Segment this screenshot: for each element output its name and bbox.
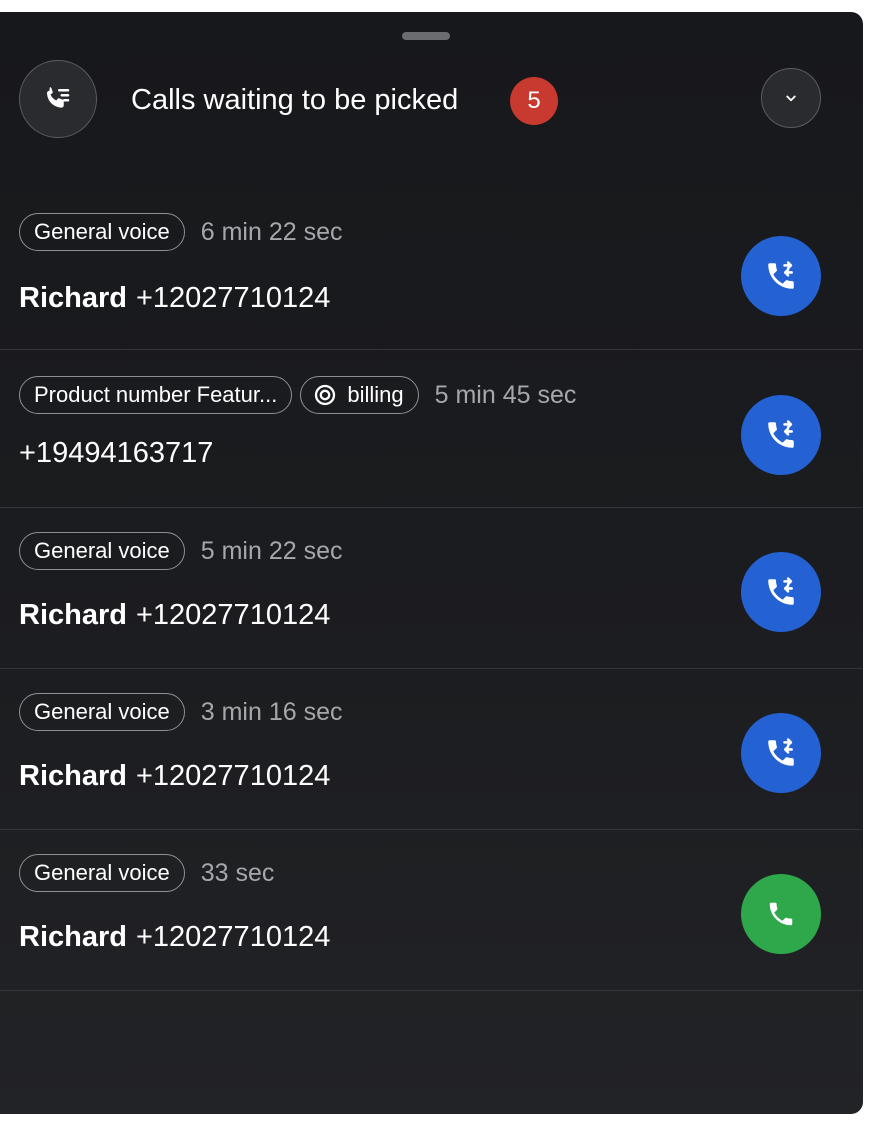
call-meta: General voice 5 min 22 sec [19, 532, 343, 570]
wait-duration: 5 min 22 sec [200, 536, 343, 565]
caller-info: +19494163717 [19, 433, 213, 473]
line-tag: General voice [19, 693, 185, 731]
wait-duration: 5 min 45 sec [434, 380, 577, 409]
topic-tag: billing [300, 376, 419, 414]
line-tag: General voice [19, 854, 185, 892]
call-row: General voice 6 min 22 sec Richard +12027… [0, 190, 863, 350]
panel-header: Calls waiting to be picked 5 [0, 12, 863, 182]
chevron-down-icon [786, 95, 796, 102]
waiting-calls-list: General voice 6 min 22 sec Richard +12027… [0, 190, 863, 991]
phone-transfer-icon [768, 738, 794, 766]
call-queue-button[interactable] [19, 60, 97, 138]
call-row: General voice 5 min 22 sec Richard +12027… [0, 508, 863, 669]
caller-number: +12027710124 [135, 760, 331, 792]
pick-call-button[interactable] [741, 552, 821, 632]
line-tag: General voice [19, 532, 185, 570]
caller-name: Richard [19, 599, 127, 631]
pick-call-button[interactable] [741, 236, 821, 316]
phone-transfer-icon [768, 420, 794, 448]
collapse-button[interactable] [761, 68, 821, 128]
call-meta: General voice 33 sec [19, 854, 274, 892]
caller-info: Richard +12027710124 [19, 756, 330, 796]
phone-transfer-icon [768, 261, 794, 289]
line-tag: Product number Featur... [19, 376, 293, 414]
waiting-count-badge: 5 [510, 77, 558, 125]
answer-call-button[interactable] [741, 874, 821, 954]
call-meta: General voice 3 min 16 sec [19, 693, 343, 731]
caller-number: +12027710124 [135, 921, 331, 953]
caller-name: Richard [19, 921, 127, 953]
calls-waiting-panel: Calls waiting to be picked 5 General voi… [0, 12, 863, 1114]
panel-title: Calls waiting to be picked [131, 84, 459, 116]
caller-info: Richard +12027710124 [19, 595, 330, 635]
call-row: General voice 33 sec Richard +12027710124 [0, 830, 863, 991]
caller-name: Richard [19, 282, 127, 314]
line-tag: General voice [19, 213, 185, 251]
caller-number: +19494163717 [19, 437, 214, 469]
wait-duration: 3 min 16 sec [200, 697, 343, 726]
caller-number: +12027710124 [135, 599, 331, 631]
call-meta: Product number Featur... billing 5 min 4… [19, 376, 576, 414]
phone-transfer-icon [768, 577, 794, 605]
caller-info: Richard +12027710124 [19, 917, 330, 957]
caller-info: Richard +12027710124 [19, 278, 330, 318]
call-row: Product number Featur... billing 5 min 4… [0, 350, 863, 508]
phone-icon [769, 902, 793, 926]
call-meta: General voice 6 min 22 sec [19, 213, 343, 251]
wait-duration: 6 min 22 sec [200, 217, 343, 246]
wait-duration: 33 sec [200, 858, 275, 887]
call-row: General voice 3 min 16 sec Richard +12027… [0, 669, 863, 830]
caller-name: Richard [19, 760, 127, 792]
call-queue-icon [46, 87, 70, 108]
pick-call-button[interactable] [741, 395, 821, 475]
topic-label: billing [347, 382, 404, 407]
pick-call-button[interactable] [741, 713, 821, 793]
target-icon [315, 384, 336, 406]
caller-number: +12027710124 [135, 282, 331, 314]
